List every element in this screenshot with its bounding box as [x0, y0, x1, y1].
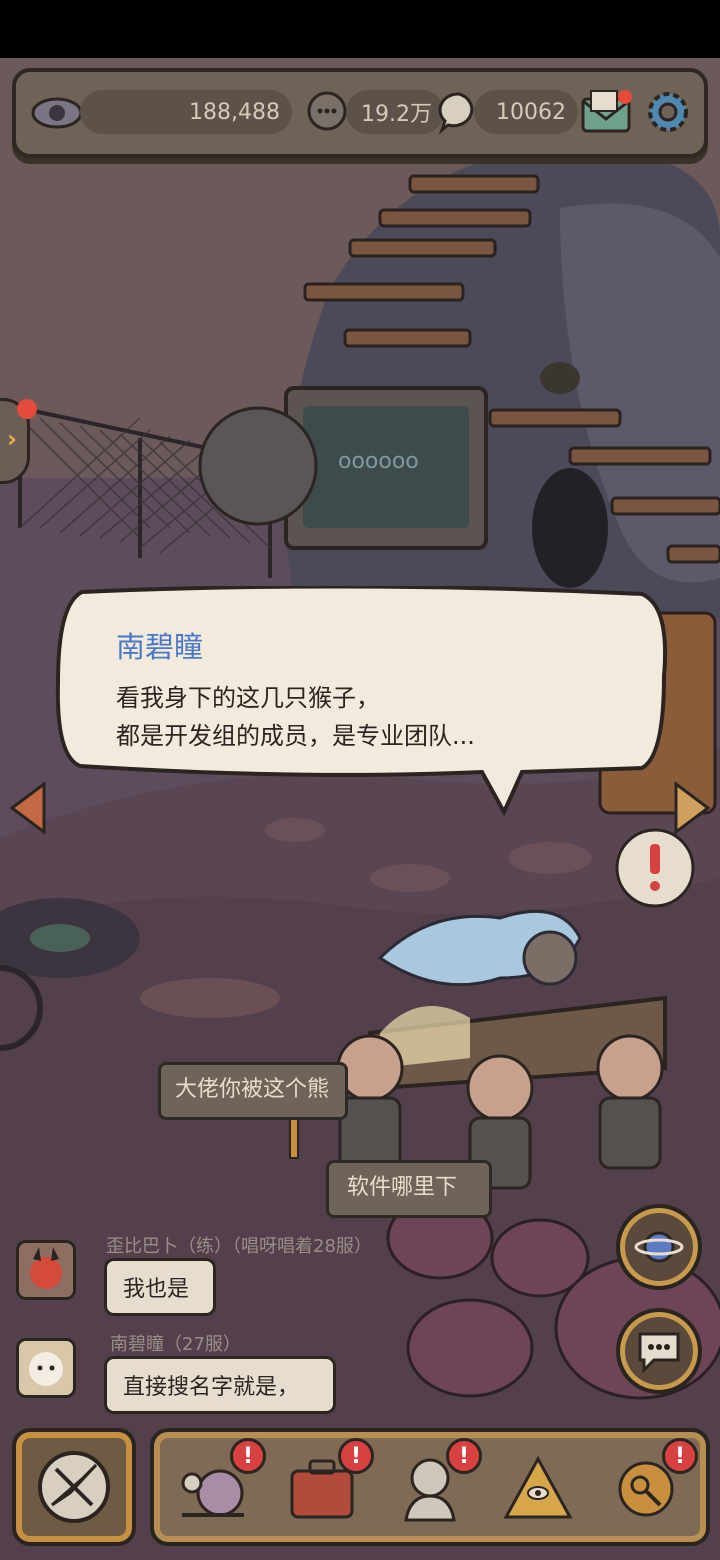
views-value: 188,488: [189, 99, 280, 125]
mail-icon[interactable]: [576, 82, 636, 142]
alert-badge: !: [446, 1438, 482, 1474]
gear-icon[interactable]: [638, 82, 698, 142]
bottom-nav-bar: ! ! ! !: [150, 1428, 710, 1546]
floating-message: 软件哪里下: [326, 1160, 492, 1218]
messages-value: 10062: [496, 99, 566, 125]
resource-bar: 188,488 19.2万 10062: [12, 68, 708, 158]
chat-sender: 南碧瞳（27服）: [110, 1334, 241, 1355]
alert-badge: !: [338, 1438, 374, 1474]
chat-message: 直接搜名字就是，: [104, 1356, 336, 1414]
messages-counter: 10062: [474, 90, 578, 134]
dialog-speaker-name: 南碧瞳: [116, 630, 204, 664]
chat-sender: 歪比巴卜（练）（唱呀唱着28服）: [106, 1236, 372, 1257]
compass-icon: [38, 1451, 110, 1523]
suitcase-button[interactable]: !: [276, 1438, 374, 1532]
comments-counter: 19.2万: [346, 90, 444, 134]
key-button[interactable]: !: [600, 1438, 698, 1532]
chat-message: 我也是: [104, 1258, 216, 1316]
floating-message: 大佬你被这个熊: [158, 1062, 348, 1120]
game-screen: oooooo › 188,488 19.2万 10062 南碧瞳 看我身下的这几…: [0, 0, 720, 1560]
dialog-line-2: 都是开发组的成员，是专业团队...: [116, 722, 475, 750]
pyramid-button[interactable]: [492, 1444, 584, 1532]
eye-icon: [30, 86, 84, 140]
bust-button[interactable]: !: [384, 1438, 482, 1532]
avatar[interactable]: [16, 1240, 76, 1300]
right-arrow-icon[interactable]: [672, 780, 712, 836]
status-bar: [0, 0, 720, 58]
svg-text:oooooo: oooooo: [338, 449, 419, 474]
dialog-line-1: 看我身下的这几只猴子，: [116, 684, 380, 712]
comments-value: 19.2万: [361, 102, 432, 127]
chat-button[interactable]: [616, 1308, 702, 1394]
planet-icon: [634, 1231, 684, 1263]
pyramid-eye-icon: [503, 1455, 573, 1519]
views-counter: 188,488: [80, 90, 292, 134]
planet-button[interactable]: [616, 1204, 702, 1290]
main-menu-button[interactable]: [12, 1428, 136, 1546]
alert-badge: !: [230, 1438, 266, 1474]
left-arrow-icon[interactable]: [8, 780, 48, 836]
alert-badge: !: [662, 1438, 698, 1474]
notification-dot: [17, 399, 37, 419]
dialog-bubble[interactable]: 南碧瞳 看我身下的这几只猴子， 都是开发组的成员，是专业团队...: [52, 586, 670, 817]
chevron-right-icon: ›: [7, 425, 17, 453]
chat-icon: [638, 1332, 680, 1374]
side-menu-handle[interactable]: ›: [0, 398, 37, 484]
snail-button[interactable]: !: [168, 1438, 266, 1532]
avatar[interactable]: [16, 1338, 76, 1398]
